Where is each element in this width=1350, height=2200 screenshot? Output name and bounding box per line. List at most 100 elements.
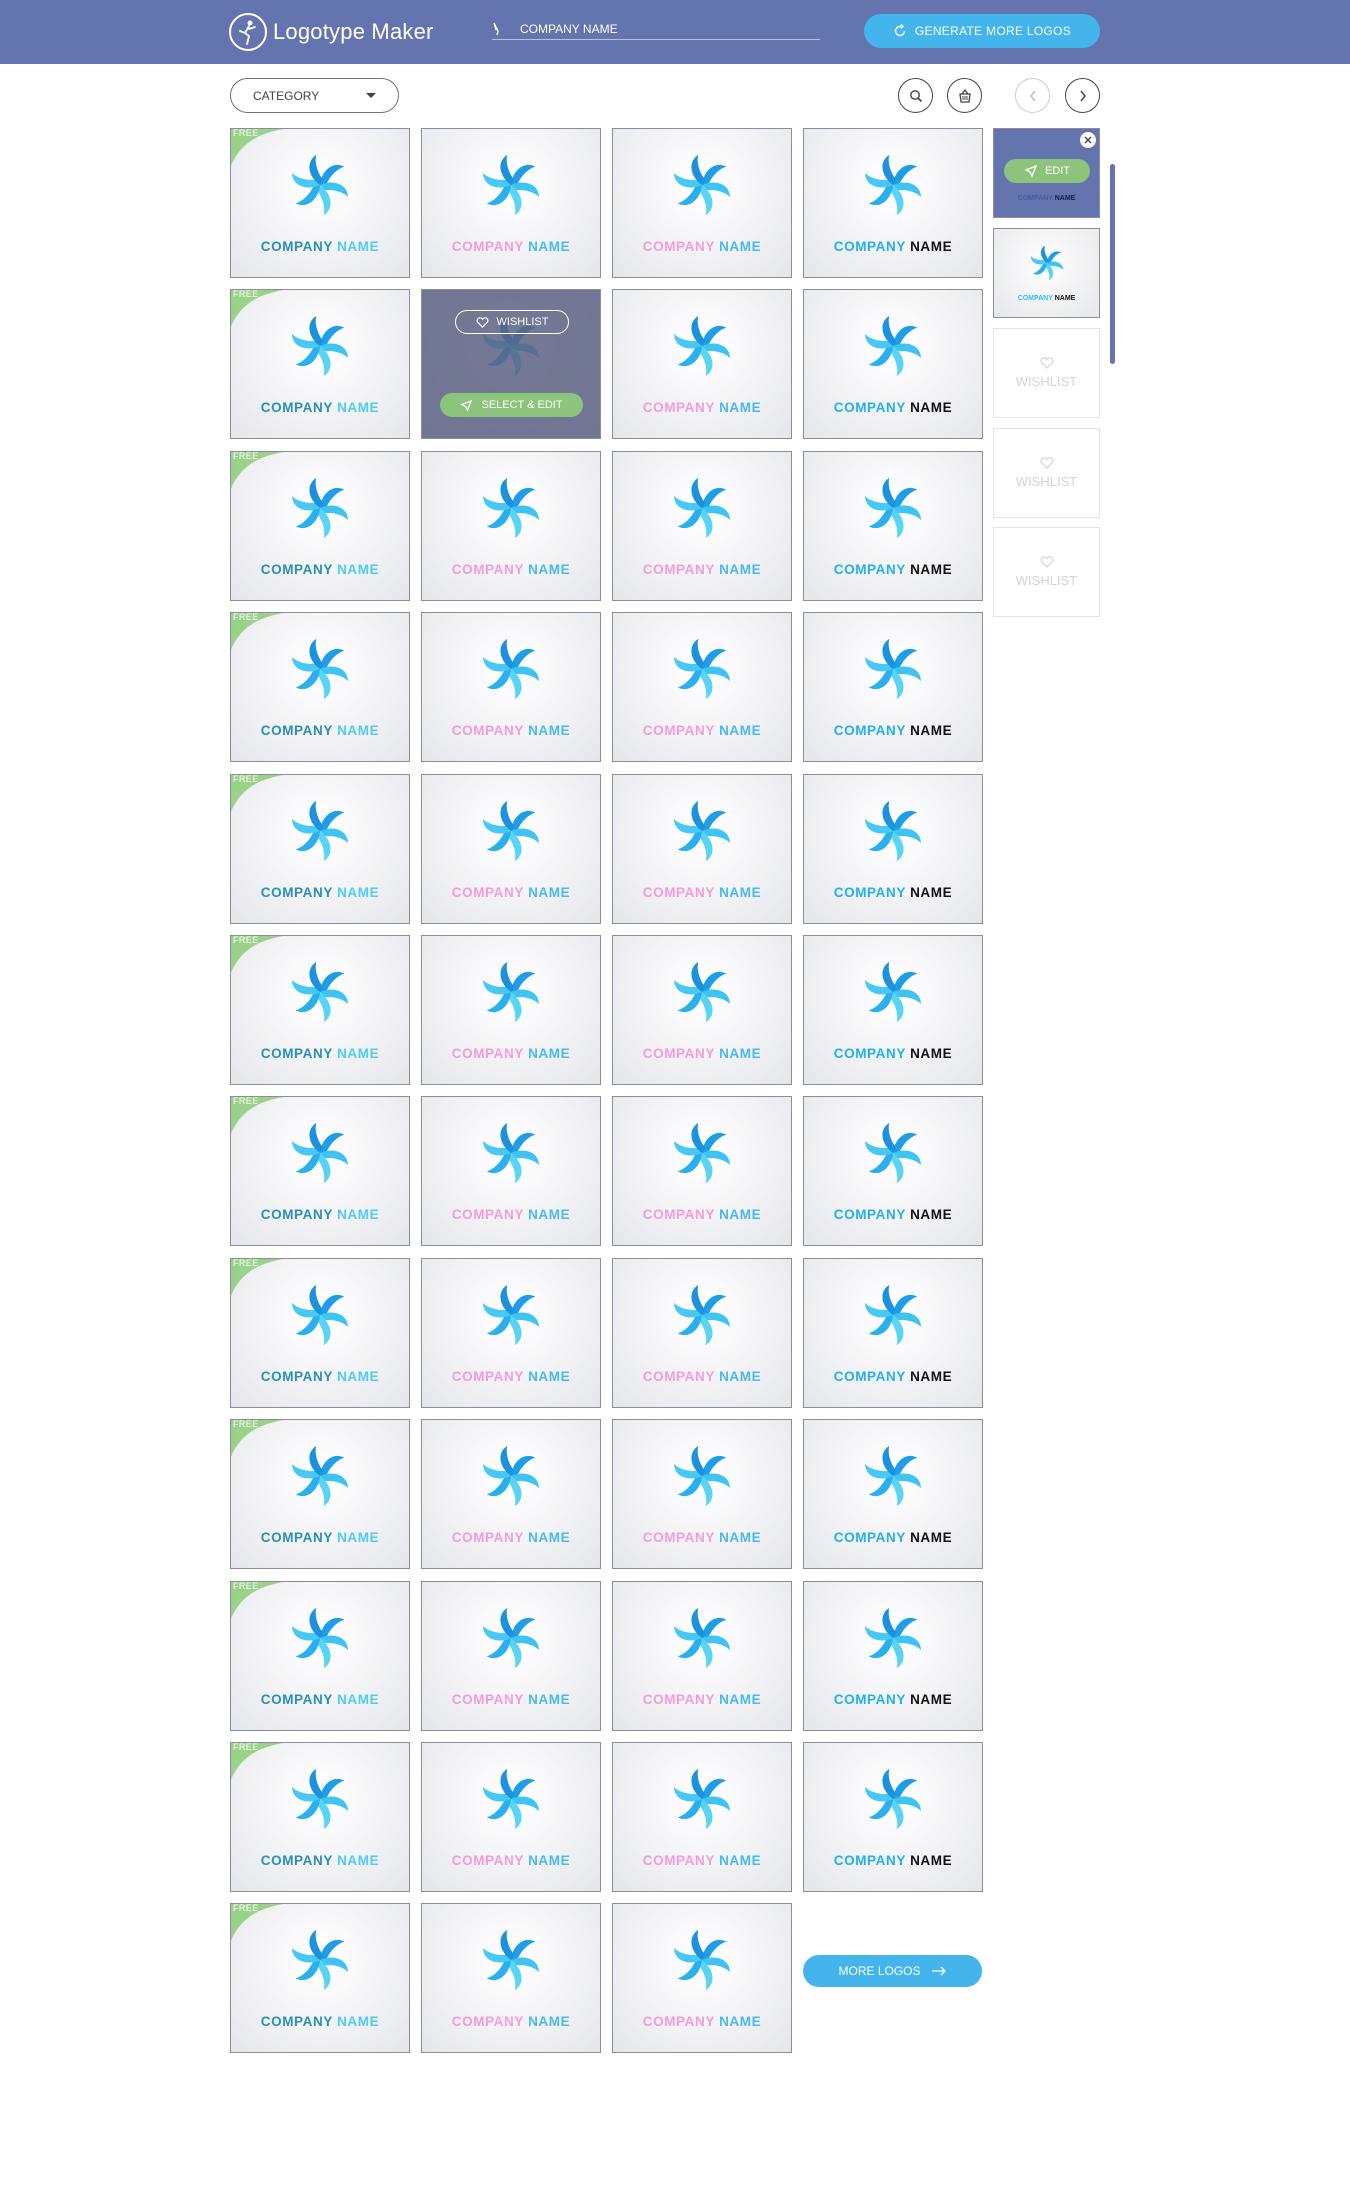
logo-tile[interactable]: COMPANY NAME bbox=[803, 1581, 983, 1731]
logo-tile[interactable]: COMPANY NAME FREE bbox=[230, 1742, 410, 1892]
logo-tile[interactable]: COMPANY NAME bbox=[612, 774, 792, 924]
logo-tile[interactable]: COMPANY NAME bbox=[803, 612, 983, 762]
logo-tile[interactable]: COMPANY NAME bbox=[803, 1742, 983, 1892]
logo-tile[interactable]: COMPANY NAME bbox=[612, 1096, 792, 1246]
logo-tile[interactable]: COMPANY NAME bbox=[421, 128, 601, 278]
chevron-left-icon bbox=[1029, 90, 1036, 101]
logo-tile[interactable]: COMPANY NAME FREE bbox=[230, 128, 410, 278]
logo-tile[interactable]: COMPANY NAME bbox=[612, 935, 792, 1085]
logo-tile[interactable]: COMPANY NAME bbox=[421, 1581, 601, 1731]
company-name-text: COMPANY NAME bbox=[833, 1207, 953, 1222]
logo-tile[interactable]: COMPANY NAME bbox=[612, 612, 792, 762]
free-ribbon: FREE bbox=[231, 129, 290, 168]
logo-tile[interactable]: COMPANY NAME FREE bbox=[230, 1903, 410, 2053]
swirl-logo-icon bbox=[674, 1445, 730, 1507]
company-name-text: COMPANY NAME bbox=[260, 562, 380, 577]
swirl-logo-icon bbox=[483, 961, 539, 1023]
generate-more-logos-button[interactable]: GENERATE MORE LOGOS bbox=[864, 14, 1100, 48]
logo-tile[interactable]: COMPANY NAME bbox=[803, 1419, 983, 1569]
basket-button[interactable] bbox=[947, 78, 982, 113]
logo-tile[interactable]: COMPANY NAME FREE bbox=[230, 774, 410, 924]
heart-icon bbox=[476, 316, 489, 328]
company-name-text: COMPANY NAME bbox=[260, 1530, 380, 1545]
logo-tile[interactable]: COMPANY NAME bbox=[421, 1903, 601, 2053]
company-name-input[interactable] bbox=[520, 21, 800, 36]
swirl-logo-icon bbox=[674, 477, 730, 539]
wishlist-slot-selected[interactable]: EDIT COMPANY NAME bbox=[993, 128, 1100, 218]
brand-logo-icon bbox=[229, 13, 267, 51]
logo-tile[interactable]: COMPANY NAME bbox=[421, 1096, 601, 1246]
swirl-logo-icon bbox=[865, 315, 921, 377]
company-name-text: COMPANY NAME bbox=[833, 1046, 953, 1061]
logo-tile[interactable]: COMPANY NAME bbox=[803, 1258, 983, 1408]
logo-tile[interactable]: COMPANY NAME FREE bbox=[230, 451, 410, 601]
sidebar-scrollbar[interactable] bbox=[1110, 164, 1115, 364]
logo-tile[interactable]: COMPANY NAME FREE bbox=[230, 289, 410, 439]
category-dropdown[interactable]: CATEGORY bbox=[230, 78, 399, 113]
add-to-wishlist-button[interactable]: WISHLIST bbox=[455, 310, 569, 334]
logo-tile[interactable]: COMPANY NAME FREE bbox=[230, 1581, 410, 1731]
logo-tile[interactable]: COMPANY NAME bbox=[803, 289, 983, 439]
logo-tile[interactable]: COMPANY NAME bbox=[421, 612, 601, 762]
select-and-edit-button[interactable]: SELECT & EDIT bbox=[440, 393, 583, 417]
company-name-text: COMPANY NAME bbox=[833, 723, 953, 738]
swirl-logo-icon bbox=[483, 1929, 539, 1991]
brand[interactable]: Logotype Maker bbox=[229, 12, 434, 52]
edit-button[interactable]: EDIT bbox=[1004, 159, 1090, 183]
logo-tile[interactable]: COMPANY NAME bbox=[612, 451, 792, 601]
logo-tile[interactable]: COMPANY NAME FREE bbox=[230, 935, 410, 1085]
logo-tile[interactable]: COMPANY NAME bbox=[612, 1903, 792, 2053]
swirl-logo-icon bbox=[674, 1929, 730, 1991]
swirl-logo-icon bbox=[865, 154, 921, 216]
logo-tile[interactable]: COMPANY NAME bbox=[803, 1096, 983, 1246]
free-label: FREE bbox=[233, 289, 259, 299]
swirl-logo-icon bbox=[292, 1929, 348, 1991]
swirl-logo-icon bbox=[865, 1122, 921, 1184]
company-name-text: COMPANY NAME bbox=[833, 562, 953, 577]
heart-icon bbox=[1040, 556, 1054, 571]
logo-tile[interactable]: COMPANY NAME FREE bbox=[230, 1419, 410, 1569]
logo-tile[interactable]: COMPANY NAME bbox=[612, 289, 792, 439]
category-label: CATEGORY bbox=[253, 88, 320, 103]
logo-tile[interactable]: COMPANY NAME bbox=[803, 451, 983, 601]
wishlist-slot-empty[interactable]: WISHLIST bbox=[993, 328, 1100, 418]
heart-icon bbox=[1040, 357, 1054, 372]
logo-tile[interactable]: COMPANY NAME bbox=[421, 451, 601, 601]
logo-tile[interactable]: COMPANY NAME bbox=[612, 1419, 792, 1569]
logo-tile[interactable]: COMPANY NAME bbox=[612, 1258, 792, 1408]
wishlist-slot-empty[interactable]: WISHLIST bbox=[993, 527, 1100, 617]
more-logos-button[interactable]: MORE LOGOS bbox=[803, 1955, 982, 1987]
logo-tile[interactable]: COMPANY NAME WISHLISTSELECT & EDIT bbox=[421, 289, 601, 439]
logo-tile[interactable]: COMPANY NAME FREE bbox=[230, 1096, 410, 1246]
logo-tile[interactable]: COMPANY NAME bbox=[803, 935, 983, 1085]
logo-tile[interactable]: COMPANY NAME bbox=[612, 1742, 792, 1892]
logo-tile[interactable]: COMPANY NAME bbox=[421, 1742, 601, 1892]
close-icon[interactable] bbox=[1080, 132, 1096, 148]
wishlist-slot-empty[interactable]: WISHLIST bbox=[993, 428, 1100, 518]
logo-tile[interactable]: COMPANY NAME bbox=[803, 128, 983, 278]
free-ribbon: FREE bbox=[231, 1904, 290, 1943]
free-label: FREE bbox=[233, 1742, 259, 1752]
mini-company-name: COMPANY NAME bbox=[1017, 295, 1076, 302]
company-name-text: COMPANY NAME bbox=[642, 723, 762, 738]
logo-tile[interactable]: COMPANY NAME bbox=[612, 1581, 792, 1731]
logo-tile[interactable]: COMPANY NAME FREE bbox=[230, 612, 410, 762]
company-name-text: COMPANY NAME bbox=[451, 1853, 571, 1868]
logo-tile[interactable]: COMPANY NAME bbox=[421, 935, 601, 1085]
logo-tile[interactable]: COMPANY NAME bbox=[421, 1258, 601, 1408]
logo-tile[interactable]: COMPANY NAME bbox=[421, 774, 601, 924]
next-page-button[interactable] bbox=[1065, 78, 1100, 113]
search-button[interactable] bbox=[898, 78, 933, 113]
logo-tile[interactable]: COMPANY NAME FREE bbox=[230, 1258, 410, 1408]
wishlist-slot-logo[interactable]: COMPANY NAME bbox=[993, 228, 1100, 318]
tile-hover-overlay: WISHLIST SELECT & EDIT bbox=[422, 290, 600, 438]
logo-tile[interactable]: COMPANY NAME bbox=[803, 774, 983, 924]
arrow-right-icon bbox=[931, 1966, 947, 1976]
logo-tile[interactable]: COMPANY NAME bbox=[421, 1419, 601, 1569]
swirl-logo-icon bbox=[674, 315, 730, 377]
swirl-logo-icon bbox=[292, 477, 348, 539]
company-name-field[interactable] bbox=[492, 18, 820, 40]
company-name-text: COMPANY NAME bbox=[451, 723, 571, 738]
previous-page-button[interactable] bbox=[1015, 78, 1050, 113]
logo-tile[interactable]: COMPANY NAME bbox=[612, 128, 792, 278]
